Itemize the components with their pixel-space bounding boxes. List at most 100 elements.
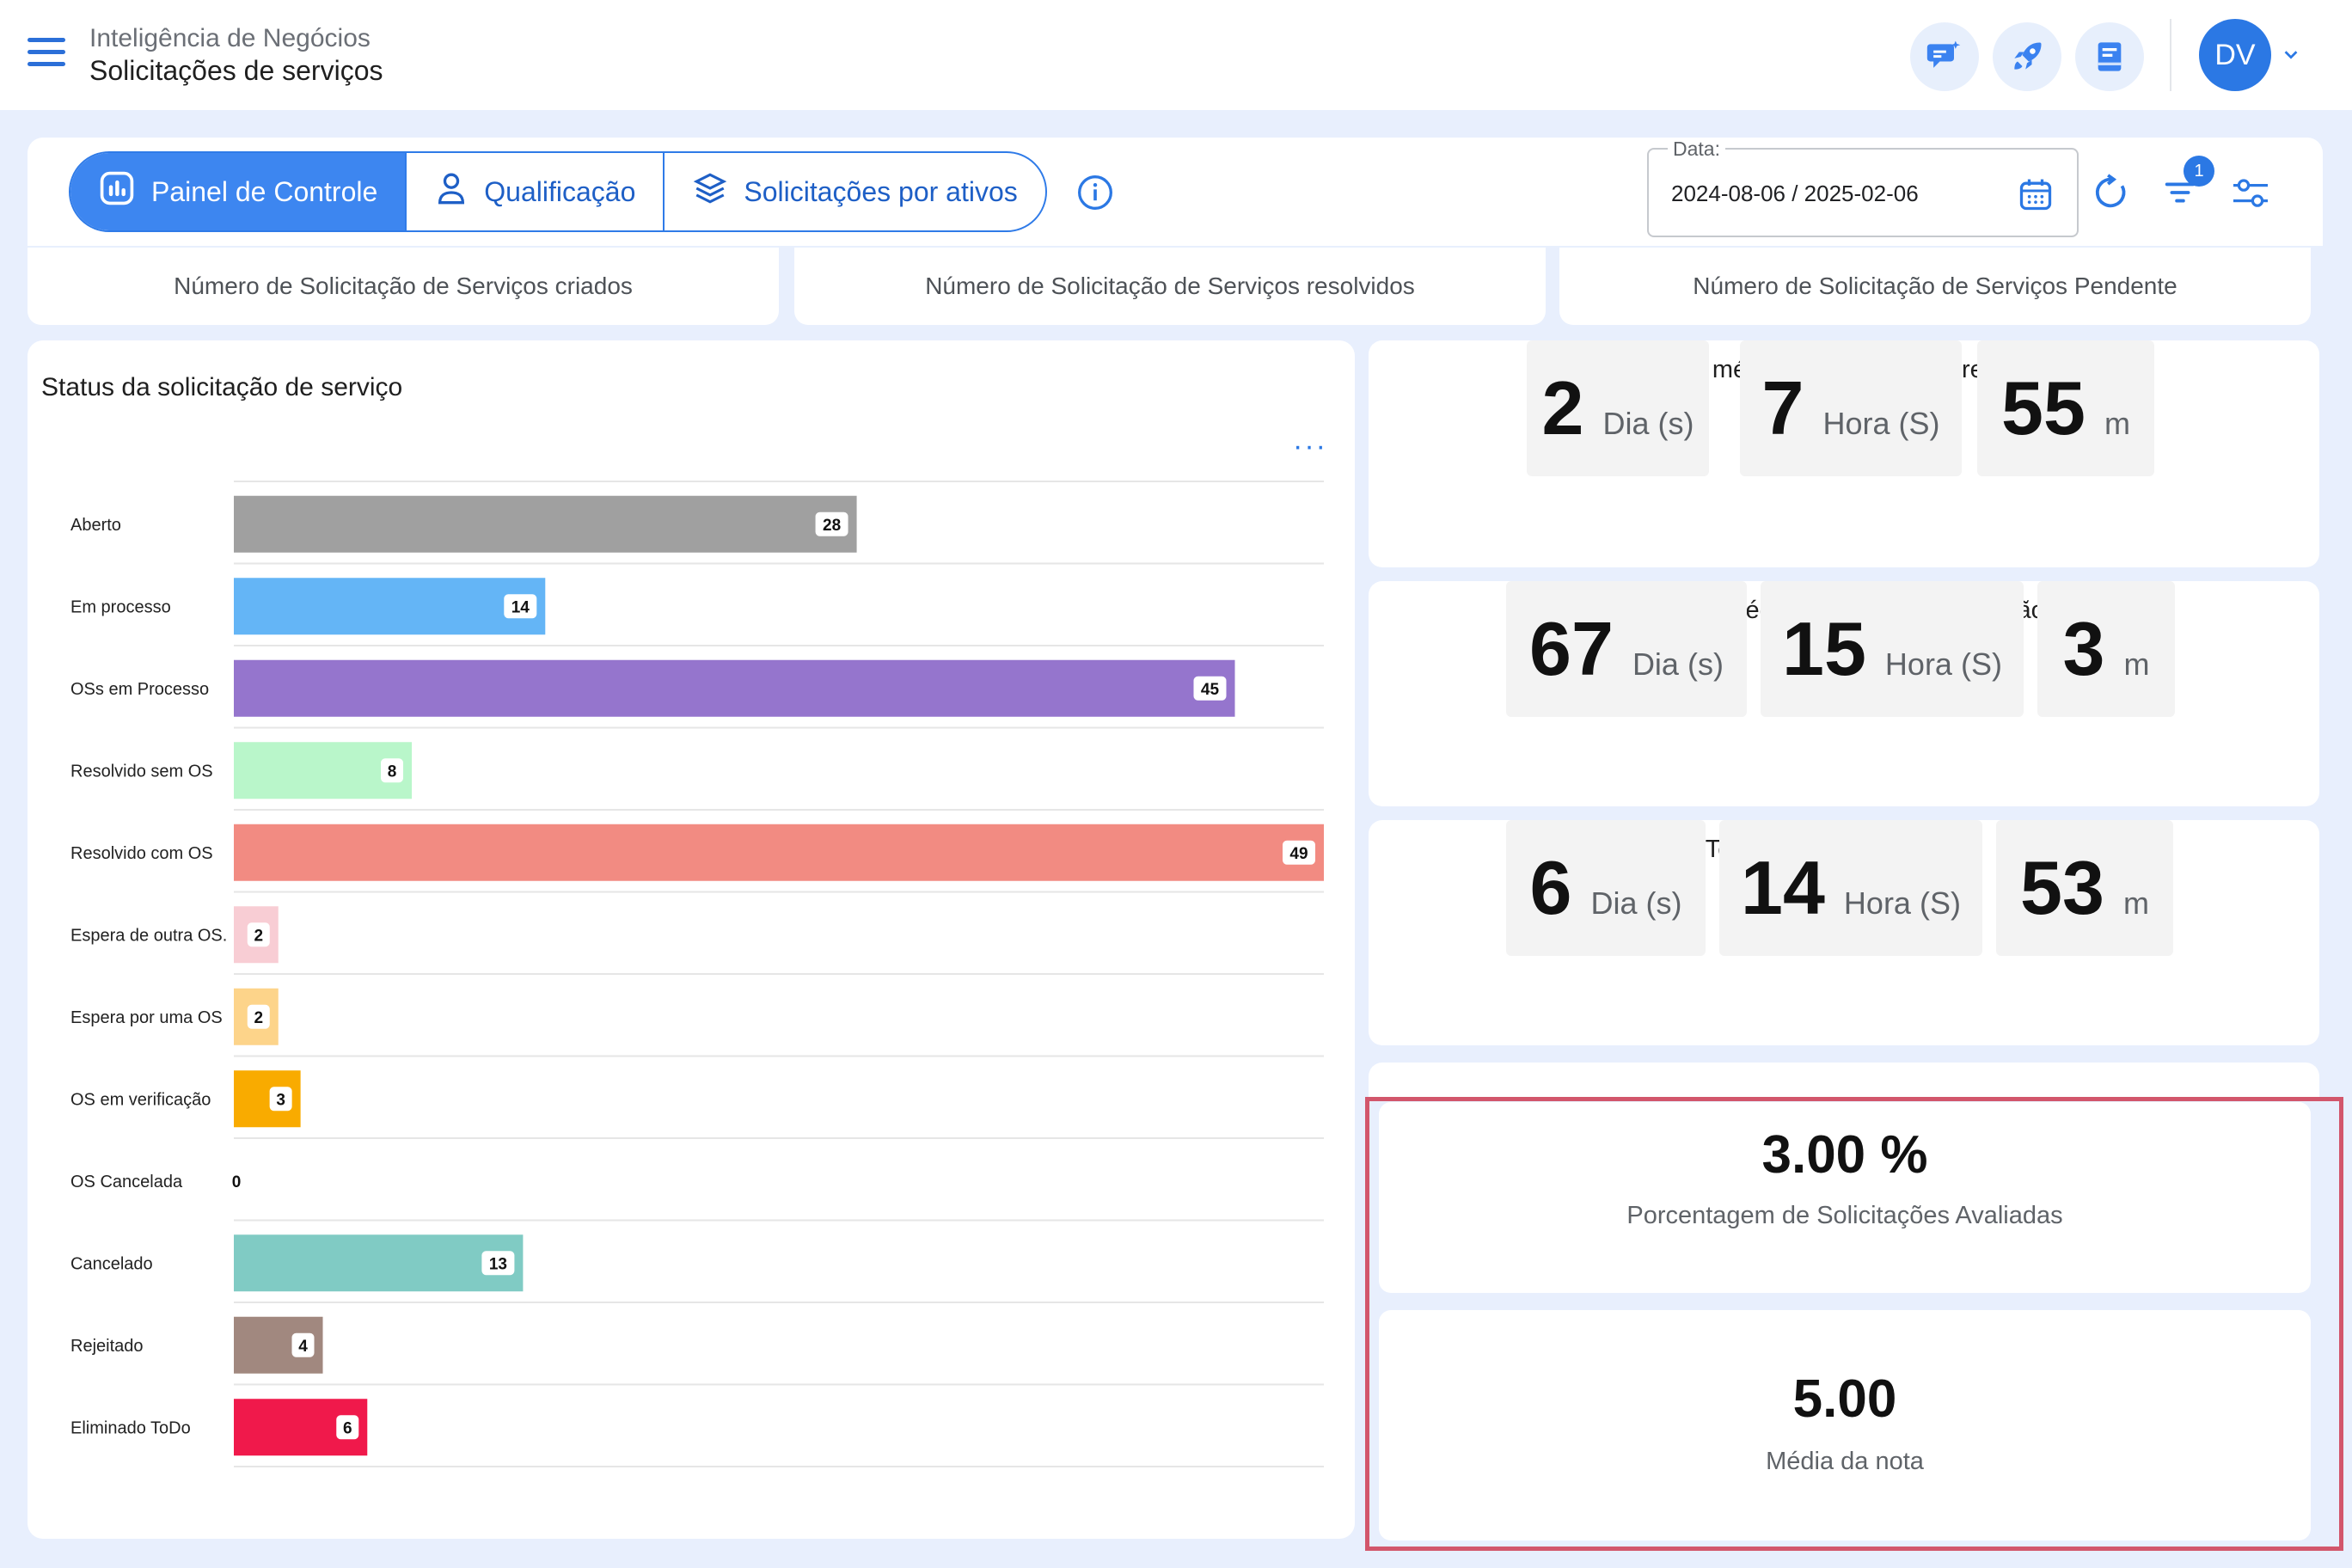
hours-value: 15 — [1782, 606, 1866, 691]
date-range-label: Data: — [1668, 138, 1725, 161]
data-label: 45 — [1201, 681, 1220, 699]
hours-value: 14 — [1741, 845, 1825, 930]
days-unit: Dia (s) — [1632, 646, 1724, 682]
hours-value: 7 — [1761, 365, 1804, 450]
data-label: 13 — [489, 1255, 507, 1273]
tab-painel-de-controle[interactable]: Painel de Controle — [70, 153, 407, 230]
category-label: Resolvido com OS — [70, 844, 213, 863]
hours-box: 14 Hora (S) — [1719, 820, 1982, 956]
chat-sparkle-icon[interactable] — [1910, 22, 1979, 91]
category-label: OS Cancelada — [70, 1173, 183, 1191]
data-label: 14 — [511, 598, 530, 616]
category-label: Espera de outra OS. — [70, 926, 227, 945]
breadcrumb-section: Inteligência de Negócios — [89, 24, 371, 52]
person-icon — [434, 171, 469, 212]
hours-unit: Hora (S) — [1884, 646, 2002, 682]
date-range-field[interactable]: Data: 2024-08-06 / 2025-02-06 — [1647, 138, 2079, 237]
date-range-value: 2024-08-06 / 2025-02-06 — [1671, 181, 1919, 206]
stat-created-header: Número de Solicitação de Serviços criado… — [28, 248, 779, 325]
minutes-value: 3 — [2062, 606, 2105, 691]
minutes-value: 55 — [2001, 365, 2086, 450]
category-label: OSs em Processo — [70, 680, 209, 699]
data-label: 28 — [823, 517, 841, 535]
bar — [234, 495, 857, 553]
top-divider — [2170, 19, 2171, 91]
page-title: Solicitações de serviços — [89, 55, 383, 86]
status-chart-card: Status da solicitação de serviço ··· Abe… — [28, 340, 1355, 1539]
minutes-unit: m — [2123, 646, 2150, 682]
hours-unit: Hora (S) — [1843, 885, 1961, 921]
tab-label: Solicitações por ativos — [744, 175, 1018, 207]
data-label: 2 — [254, 1009, 263, 1027]
data-label: 3 — [276, 1091, 285, 1109]
bar — [234, 1234, 524, 1292]
days-box: 2 Dia (s) — [1527, 340, 1709, 476]
minutes-value: 53 — [2020, 845, 2104, 930]
tab-qualificacao[interactable]: Qualificação — [407, 153, 665, 230]
stat-pending-header: Número de Solicitação de Serviços Penden… — [1559, 248, 2311, 325]
metric-card-top-strip — [1369, 1063, 2319, 1097]
data-label: 8 — [388, 763, 397, 781]
category-label: Cancelado — [70, 1254, 153, 1273]
minutes-box: 55 m — [1977, 340, 2154, 476]
dashboard-toolbar: Painel de Controle Qualificação Solicita… — [28, 138, 2323, 246]
metric-card-average-rating: 5.00 Média da nota — [1379, 1310, 2311, 1540]
layers-icon — [692, 170, 728, 213]
category-label: OS em verificação — [70, 1090, 211, 1109]
info-icon[interactable] — [1076, 174, 1114, 211]
refresh-icon[interactable] — [2089, 170, 2134, 215]
bar — [234, 659, 1235, 717]
category-label: Em processo — [70, 597, 171, 616]
category-label: Espera por uma OS — [70, 1008, 223, 1027]
top-bar: Inteligência de Negócios Solicitações de… — [0, 0, 2352, 110]
view-tabs: Painel de Controle Qualificação Solicita… — [69, 151, 1047, 232]
tab-label: Qualificação — [484, 175, 636, 207]
days-value: 67 — [1529, 606, 1614, 691]
days-box: 6 Dia (s) — [1506, 820, 1706, 956]
tab-label: Painel de Controle — [151, 175, 378, 207]
minutes-box: 3 m — [2037, 581, 2175, 717]
days-unit: Dia (s) — [1590, 885, 1682, 921]
days-value: 6 — [1529, 845, 1572, 930]
calendar-icon[interactable] — [2017, 175, 2055, 217]
days-box: 67 Dia (s) — [1506, 581, 1747, 717]
data-label: 2 — [254, 927, 263, 945]
metric-label: Porcentagem de Solicitações Avaliadas — [1626, 1202, 2063, 1229]
data-label: 6 — [343, 1419, 352, 1437]
data-label: 49 — [1289, 845, 1308, 863]
minutes-unit: m — [2104, 406, 2130, 441]
time-card-waiting-solution: Tempo médio em espera da solução 67 Dia … — [1369, 581, 2319, 806]
tab-solicitacoes-por-ativos[interactable]: Solicitações por ativos — [665, 153, 1044, 230]
chevron-down-icon[interactable] — [2282, 45, 2300, 68]
avatar[interactable]: DV — [2199, 19, 2271, 91]
status-bar-chart: Aberto 28Em processo 14OSs em Processo 45Re… — [70, 481, 1324, 1467]
hamburger-menu-icon[interactable] — [28, 38, 65, 69]
data-label: 4 — [298, 1338, 308, 1356]
bar — [234, 824, 1324, 881]
data-label: 0 — [232, 1173, 242, 1191]
bar — [234, 578, 546, 635]
time-card-first-response: Tempo médio para a primeira resposta 2 D… — [1369, 340, 2319, 567]
days-unit: Dia (s) — [1602, 406, 1694, 441]
minutes-box: 53 m — [1996, 820, 2173, 956]
time-card-solution: Tempo médio da solução 6 Dia (s) 14 Hora… — [1369, 820, 2319, 1045]
hours-unit: Hora (S) — [1822, 406, 1940, 441]
minutes-unit: m — [2122, 885, 2149, 921]
category-label: Eliminado ToDo — [70, 1418, 191, 1437]
metric-value: 3.00 % — [1761, 1125, 1928, 1185]
filter-count-badge: 1 — [2184, 156, 2214, 187]
metric-value: 5.00 — [1792, 1369, 1897, 1429]
notebook-icon[interactable] — [2075, 22, 2144, 91]
category-label: Aberto — [70, 516, 121, 535]
category-label: Rejeitado — [70, 1337, 144, 1356]
hours-box: 7 Hora (S) — [1740, 340, 1962, 476]
dashboard-icon — [98, 169, 136, 214]
settings-sliders-icon[interactable] — [2228, 170, 2273, 215]
stat-resolved-header: Número de Solicitação de Serviços resolv… — [794, 248, 1546, 325]
metric-label: Média da nota — [1766, 1448, 1924, 1475]
category-label: Resolvido sem OS — [70, 762, 213, 781]
metric-card-rated-percentage: 3.00 % Porcentagem de Solicitações Avali… — [1379, 1102, 2311, 1293]
hours-box: 15 Hora (S) — [1761, 581, 2024, 717]
days-value: 2 — [1541, 365, 1584, 450]
rocket-icon[interactable] — [1993, 22, 2061, 91]
